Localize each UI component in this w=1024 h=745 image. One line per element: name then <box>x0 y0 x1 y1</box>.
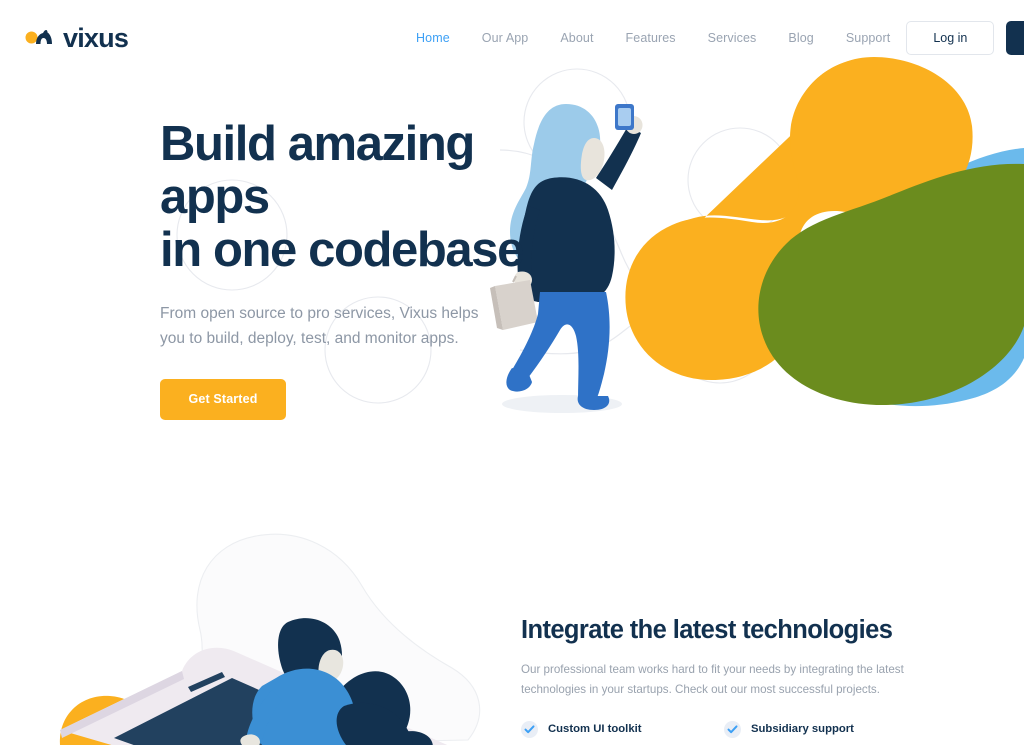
check-icon <box>521 720 538 738</box>
site-header: vixus Home Our App About Features Servic… <box>0 0 1024 76</box>
feature-list-item-label: Custom UI toolkit <box>548 723 642 736</box>
feature-copy: Integrate the latest technologies Our pr… <box>521 615 941 738</box>
header-actions: Log in Try for free <box>906 21 1024 55</box>
figure-back-leg <box>335 671 411 745</box>
vixus-bird-logo-icon <box>25 30 52 44</box>
decor-blob-outline <box>196 533 481 745</box>
feature-list-item-label: Subsidiary support <box>751 723 854 736</box>
brand-logo[interactable]: vixus <box>24 22 129 53</box>
figure-shirt <box>252 668 356 745</box>
nav-item-services[interactable]: Services <box>692 25 773 51</box>
figure-hair <box>278 618 342 690</box>
nav-item-about[interactable]: About <box>544 25 609 51</box>
figure-front-leg <box>336 702 413 745</box>
figure-face <box>318 649 344 683</box>
phone-screen <box>114 678 384 745</box>
brand-name: vixus <box>63 22 129 53</box>
phone-speaker <box>188 672 225 692</box>
hero-subtitle: From open source to pro services, Vixus … <box>160 304 479 347</box>
main-navigation: Home Our App About Features Services Blo… <box>400 25 906 51</box>
feature-illustration <box>59 533 481 745</box>
feature-yellow-blob <box>59 695 156 745</box>
landing-page: vixus Home Our App About Features Servic… <box>0 0 1024 745</box>
nav-item-home[interactable]: Home <box>400 25 466 51</box>
figure-hand <box>240 734 260 745</box>
nav-item-blog[interactable]: Blog <box>772 25 829 51</box>
feature-description: Our professional team works hard to fit … <box>521 662 904 697</box>
feature-title: Integrate the latest technologies <box>521 616 893 644</box>
feature-figure-person <box>240 618 433 745</box>
check-icon <box>724 720 741 738</box>
feature-section: Integrate the latest technologies Our pr… <box>0 500 1024 745</box>
try-for-free-button[interactable]: Try for free <box>1006 21 1024 55</box>
phone-side <box>60 671 184 738</box>
figure-back-foot <box>392 731 433 745</box>
nav-item-features[interactable]: Features <box>610 25 692 51</box>
login-button[interactable]: Log in <box>906 21 995 55</box>
get-started-button[interactable]: Get Started <box>160 378 286 420</box>
feature-list-item: Subsidiary support <box>724 720 927 738</box>
figure-arm <box>246 690 282 744</box>
giant-phone <box>60 647 448 745</box>
feature-list-item: Custom UI toolkit <box>521 720 724 738</box>
feature-checklist: Custom UI toolkit Subsidiary support <box>521 720 941 738</box>
nav-item-our-app[interactable]: Our App <box>466 25 545 51</box>
phone-body <box>60 647 448 745</box>
nav-item-support[interactable]: Support <box>830 25 906 51</box>
hero-copy: Build amazing apps in one codebase From … <box>160 118 590 420</box>
hero-title: Build amazing apps in one codebase <box>160 117 524 277</box>
